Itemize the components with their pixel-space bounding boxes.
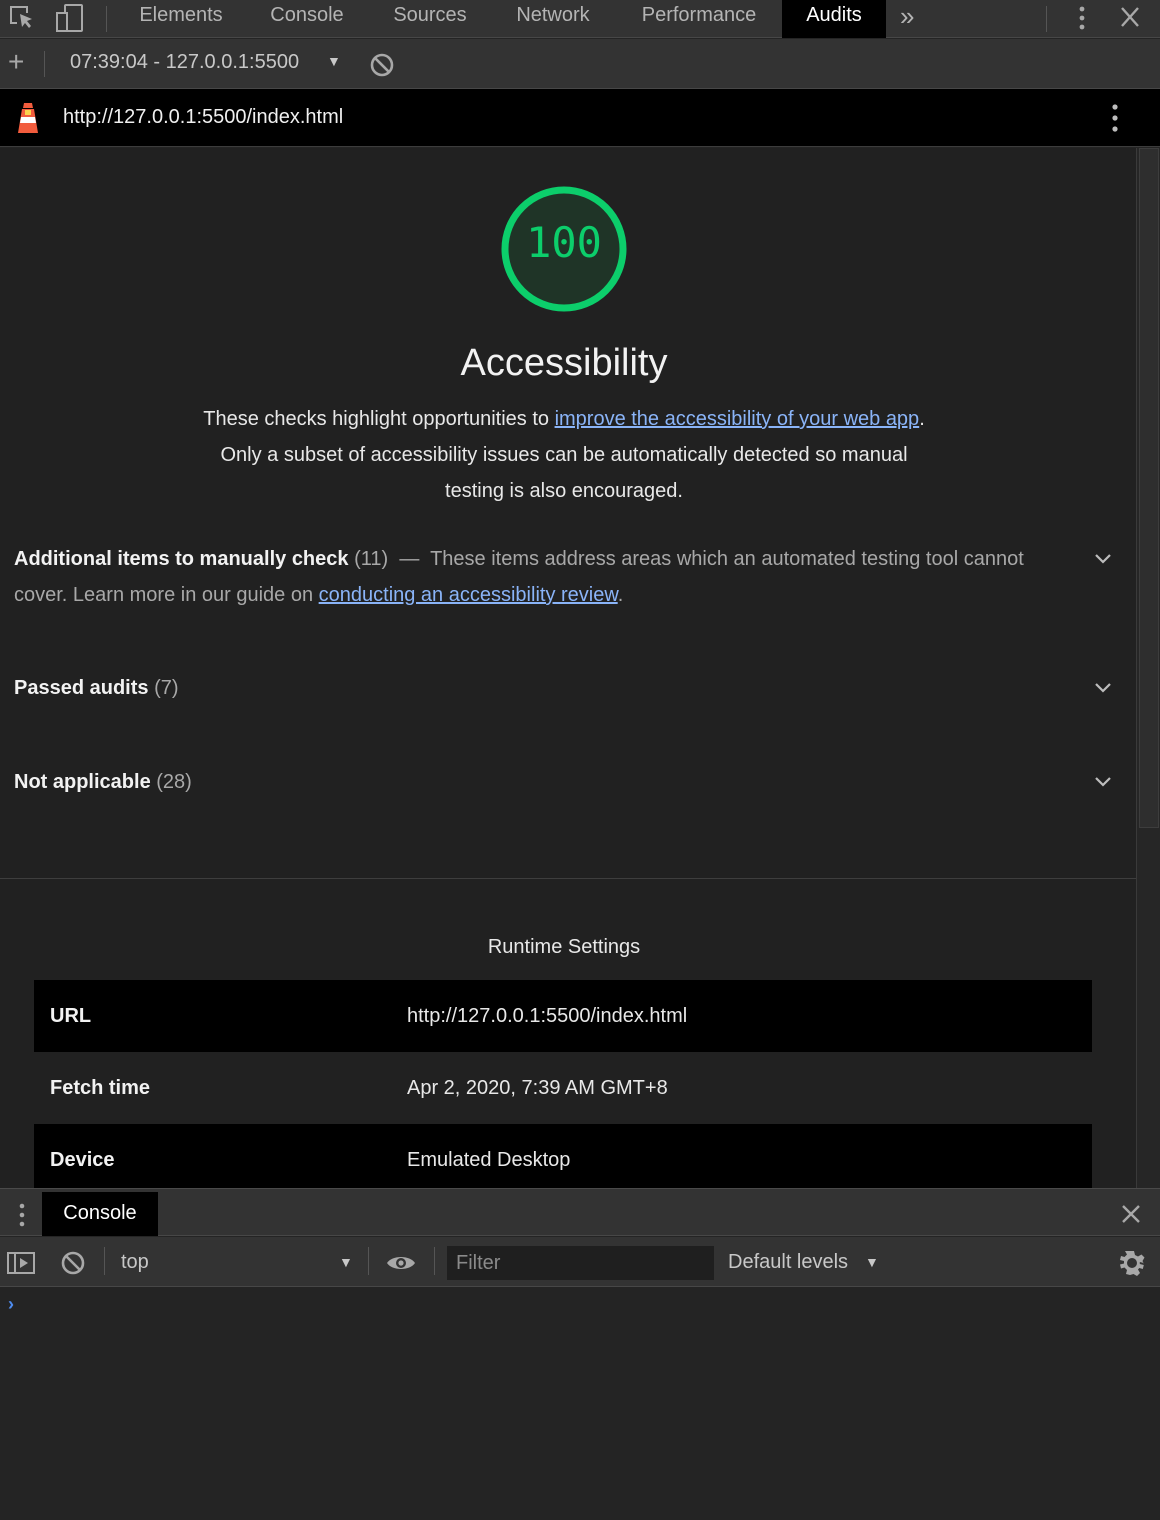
chevron-down-icon[interactable] — [1094, 552, 1112, 566]
report-menu-icon[interactable] — [1108, 103, 1122, 138]
console-toolbar: top ▼ Default levels ▼ — [0, 1237, 1160, 1287]
toolbar-divider — [44, 51, 45, 77]
group-title: Additional items to manually check — [14, 548, 349, 570]
runtime-value: Emulated Desktop — [407, 1149, 571, 1171]
group-title: Not applicable — [14, 771, 151, 793]
chevron-down-icon[interactable] — [1094, 775, 1112, 789]
close-drawer-icon[interactable] — [1120, 1203, 1142, 1225]
group-description: . — [617, 584, 624, 606]
lighthouse-header: http://127.0.0.1:5500/index.html — [0, 89, 1160, 147]
scrollbar-thumb[interactable] — [1139, 148, 1159, 828]
customize-menu-icon[interactable] — [1066, 4, 1098, 36]
audited-url: http://127.0.0.1:5500/index.html — [63, 106, 344, 128]
tab-network[interactable]: Network — [494, 0, 612, 38]
new-audit-button[interactable]: + — [8, 47, 24, 77]
close-devtools-icon[interactable] — [1114, 4, 1146, 36]
report-selector[interactable]: 07:39:04 - 127.0.0.1:5500 — [70, 51, 299, 74]
toolbar-divider — [1046, 6, 1047, 32]
group-manual-checks[interactable]: Additional items to manually check (11) … — [14, 541, 1064, 613]
tab-performance[interactable]: Performance — [618, 0, 780, 38]
more-tabs-icon[interactable]: » — [900, 0, 914, 38]
tab-elements[interactable]: Elements — [118, 0, 244, 38]
runtime-key: Device — [50, 1149, 115, 1171]
runtime-row-url: URL http://127.0.0.1:5500/index.html — [34, 980, 1092, 1052]
gear-icon[interactable] — [1118, 1249, 1146, 1277]
group-not-applicable[interactable]: Not applicable (28) — [14, 764, 1064, 800]
devtools-tabbar: Elements Console Sources Network Perform… — [0, 0, 1160, 38]
runtime-value: Apr 2, 2020, 7:39 AM GMT+8 — [407, 1077, 668, 1099]
chevron-down-icon[interactable] — [1094, 681, 1112, 695]
score-value: 100 — [526, 218, 602, 267]
tab-audits[interactable]: Audits — [782, 0, 886, 38]
accessibility-guide-link[interactable]: improve the accessibility of your web ap… — [555, 408, 920, 430]
tab-sources[interactable]: Sources — [372, 0, 488, 38]
lighthouse-report: 100 Accessibility These checks highlight… — [0, 148, 1136, 1188]
audit-report-bar: + 07:39:04 - 127.0.0.1:5500 ▼ — [0, 39, 1160, 89]
console-prompt[interactable]: › — [8, 1294, 14, 1315]
group-separator: — — [399, 548, 420, 570]
live-expression-eye-icon[interactable] — [385, 1253, 417, 1273]
device-toolbar-icon[interactable] — [54, 2, 86, 34]
runtime-value: http://127.0.0.1:5500/index.html — [407, 1005, 688, 1027]
inspect-element-icon[interactable] — [6, 2, 38, 34]
group-count: (7) — [154, 677, 179, 699]
runtime-row-device: Device Emulated Desktop — [34, 1124, 1092, 1188]
group-passed-audits[interactable]: Passed audits (7) — [14, 670, 1064, 706]
toolbar-divider — [104, 1247, 105, 1275]
drawer-menu-icon[interactable] — [16, 1202, 28, 1230]
clear-reports-icon[interactable] — [369, 52, 395, 83]
clear-console-icon[interactable] — [60, 1250, 86, 1276]
console-output[interactable]: › — [0, 1288, 1160, 1520]
group-count: (11) — [354, 548, 389, 570]
runtime-row-fetch-time: Fetch time Apr 2, 2020, 7:39 AM GMT+8 — [34, 1052, 1092, 1124]
sidebar-toggle-icon[interactable] — [7, 1251, 35, 1275]
runtime-key: Fetch time — [50, 1077, 151, 1099]
toolbar-divider — [434, 1247, 435, 1275]
drawer-tab-console[interactable]: Console — [42, 1192, 158, 1236]
category-description: These checks highlight opportunities to … — [200, 401, 928, 509]
lighthouse-logo-icon — [14, 101, 42, 140]
chevron-down-icon[interactable]: ▼ — [339, 1254, 353, 1270]
filter-input[interactable] — [447, 1246, 714, 1280]
drawer-tabbar: Console — [0, 1188, 1160, 1236]
report-scrollbar[interactable] — [1136, 148, 1160, 1188]
description-text: These checks highlight opportunities to — [203, 408, 555, 430]
log-levels-dropdown[interactable]: Default levels — [728, 1251, 848, 1274]
category-title: Accessibility — [460, 342, 668, 384]
group-count: (28) — [156, 771, 192, 793]
chevron-down-icon[interactable]: ▼ — [865, 1254, 879, 1270]
runtime-settings-title: Runtime Settings — [487, 936, 641, 958]
chevron-down-icon[interactable]: ▼ — [327, 53, 341, 69]
group-title: Passed audits — [14, 677, 149, 699]
section-divider — [0, 878, 1136, 879]
context-selector[interactable]: top — [121, 1251, 149, 1274]
tab-console[interactable]: Console — [250, 0, 364, 38]
toolbar-divider — [368, 1247, 369, 1275]
accessibility-review-link[interactable]: conducting an accessibility review — [319, 584, 618, 606]
toolbar-divider — [106, 6, 107, 32]
runtime-key: URL — [50, 1005, 92, 1027]
